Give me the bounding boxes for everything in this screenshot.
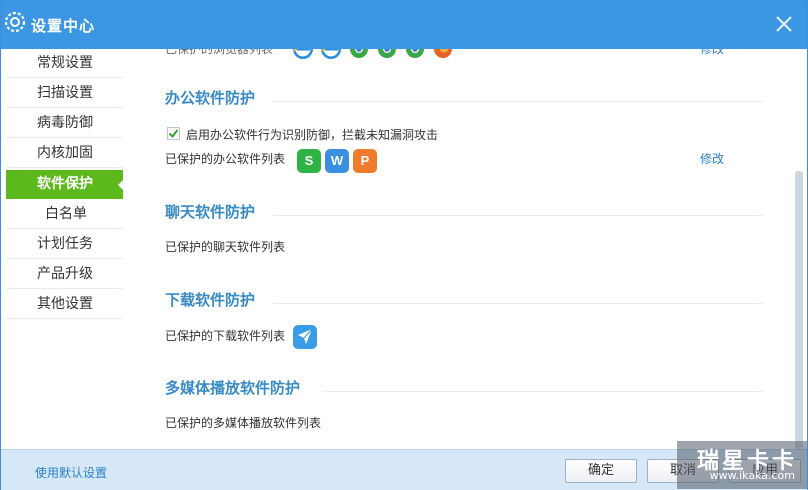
office-list-label: 已保护的办公软件列表 (165, 152, 286, 166)
thunder-download-icon (293, 325, 317, 349)
wps-spreadsheet-icon: S (297, 149, 321, 173)
download-section-divider (273, 303, 763, 304)
wps-presentation-icon: P (353, 149, 377, 173)
ie-icon (321, 49, 341, 59)
wps-writer-icon: W (325, 149, 349, 173)
browser-list-label: 已保护的浏览器列表 (165, 49, 274, 56)
sidebar-item-upgrade[interactable]: 产品升级 (6, 260, 123, 289)
sidebar-item-general[interactable]: 常规设置 (6, 49, 123, 78)
download-section-title: 下载软件防护 (165, 291, 256, 309)
ok-button[interactable]: 确定 (565, 459, 637, 483)
watermark: 瑞星卡卡 www.ikaka.com (677, 441, 807, 489)
sidebar-item-whitelist[interactable]: 白名单 (6, 200, 123, 229)
sidebar-item-software-protection[interactable]: 软件保护 (6, 170, 124, 199)
content-panel: 已保护的浏览器列表 修改 办公软件防护 启用办公软件行为识别防御，拦截未知漏洞攻… (123, 49, 807, 449)
sidebar: 常规设置 扫描设置 病毒防御 内核加固 软件保护 白名单 计划任务 产品升级 其… (1, 49, 124, 449)
office-section-title: 办公软件防护 (165, 89, 256, 107)
media-section-divider (323, 391, 763, 392)
sidebar-item-other[interactable]: 其他设置 (6, 290, 123, 319)
office-modify-link[interactable]: 修改 (700, 150, 724, 167)
browser-modify-link[interactable]: 修改 (700, 49, 724, 57)
close-icon[interactable] (775, 15, 793, 33)
chat-section-divider (273, 215, 763, 216)
sidebar-item-schedule[interactable]: 计划任务 (6, 230, 123, 259)
media-section-title: 多媒体播放软件防护 (165, 379, 301, 397)
window-title: 设置中心 (31, 17, 96, 35)
office-section-divider (273, 101, 763, 102)
checkmark-icon (168, 129, 179, 139)
chat-list-label: 已保护的聊天软件列表 (165, 240, 286, 254)
restore-defaults-link[interactable]: 使用默认设置 (35, 464, 107, 481)
sidebar-item-scan[interactable]: 扫描设置 (6, 79, 123, 108)
watermark-url: www.ikaka.com (709, 469, 795, 482)
chrome-icon (350, 49, 368, 58)
firefox-icon (434, 49, 452, 58)
content-scrollbar[interactable] (795, 171, 803, 449)
media-list-label: 已保护的多媒体播放软件列表 (165, 416, 322, 430)
ie-icon (293, 49, 313, 59)
sidebar-item-virus-defense[interactable]: 病毒防御 (6, 109, 123, 138)
sidebar-item-kernel[interactable]: 内核加固 (6, 139, 123, 168)
gear-icon (4, 11, 26, 33)
office-defense-checkbox[interactable] (167, 127, 180, 140)
title-bar: 设置中心 (1, 1, 807, 49)
chrome-icon (406, 49, 424, 58)
chrome-icon (378, 49, 396, 58)
chat-section-title: 聊天软件防护 (165, 203, 256, 221)
download-list-label: 已保护的下载软件列表 (165, 329, 286, 343)
settings-window: 设置中心 常规设置 扫描设置 病毒防御 内核加固 软件保护 白名单 计划任务 产… (0, 0, 808, 490)
office-defense-checkbox-label[interactable]: 启用办公软件行为识别防御，拦截未知漏洞攻击 (186, 126, 438, 143)
